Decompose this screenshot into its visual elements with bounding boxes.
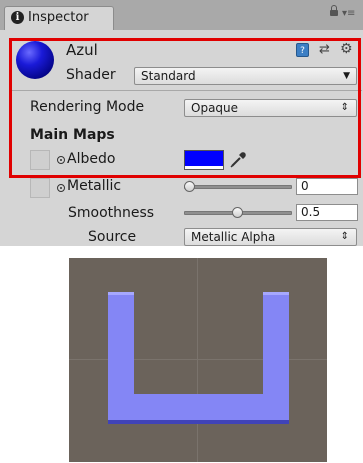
u-shape-left-arm-top bbox=[108, 292, 134, 295]
smoothness-value-field[interactable]: 0.5 bbox=[296, 204, 358, 221]
inspector-panel: i Inspector ▾≡ Azul Shader Standard ▼ ? … bbox=[0, 0, 363, 246]
inspector-tab[interactable]: i Inspector bbox=[4, 6, 114, 30]
smoothness-label: Smoothness bbox=[68, 205, 155, 221]
gear-icon[interactable]: ⚙ bbox=[340, 41, 353, 57]
u-shape-right-arm-top bbox=[263, 292, 289, 295]
metallic-slider-track[interactable] bbox=[184, 185, 292, 189]
source-value: Metallic Alpha bbox=[191, 230, 276, 244]
albedo-label: Albedo bbox=[67, 151, 116, 167]
panel-menu-icon[interactable]: ▾≡ bbox=[342, 9, 355, 19]
albedo-texture-slot[interactable] bbox=[30, 150, 50, 170]
info-icon: i bbox=[11, 11, 24, 24]
shader-label: Shader bbox=[66, 67, 116, 83]
metallic-label: Metallic bbox=[67, 178, 122, 194]
chevron-down-icon: ▼ bbox=[343, 71, 350, 81]
help-book-icon[interactable]: ? bbox=[296, 43, 309, 57]
inspector-tab-bar: i Inspector ▾≡ bbox=[0, 0, 363, 30]
metallic-object-picker-icon[interactable] bbox=[57, 184, 65, 192]
shader-dropdown-value: Standard bbox=[141, 69, 196, 83]
smoothness-slider-thumb[interactable] bbox=[231, 207, 243, 218]
u-shape-bottom-edge bbox=[108, 420, 289, 424]
metallic-slider-thumb[interactable] bbox=[184, 181, 195, 192]
material-preview-icon bbox=[16, 41, 54, 79]
metallic-value-field[interactable]: 0 bbox=[296, 178, 358, 195]
metallic-texture-slot[interactable] bbox=[30, 178, 50, 198]
source-dropdown[interactable]: Metallic Alpha ⇕ bbox=[184, 228, 357, 246]
inspector-tab-label: Inspector bbox=[28, 10, 89, 25]
main-maps-heading: Main Maps bbox=[30, 127, 115, 143]
albedo-color-swatch[interactable] bbox=[184, 150, 224, 170]
scene-preview bbox=[69, 258, 327, 462]
grid-line-vertical bbox=[197, 258, 198, 462]
rendering-mode-label: Rendering Mode bbox=[30, 99, 145, 115]
rendering-mode-value: Opaque bbox=[191, 101, 239, 115]
lock-icon[interactable] bbox=[330, 5, 338, 16]
material-name: Azul bbox=[66, 41, 98, 59]
albedo-object-picker-icon[interactable] bbox=[57, 156, 65, 164]
header-divider bbox=[12, 90, 362, 91]
u-shape-base bbox=[108, 394, 289, 420]
presets-icon[interactable]: ⇄ bbox=[319, 42, 330, 57]
up-down-arrows-icon: ⇕ bbox=[340, 102, 349, 113]
shader-dropdown[interactable]: Standard ▼ bbox=[134, 67, 357, 85]
up-down-arrows-icon: ⇕ bbox=[340, 231, 349, 242]
rendering-mode-dropdown[interactable]: Opaque ⇕ bbox=[184, 99, 357, 117]
source-label: Source bbox=[88, 229, 137, 245]
eyedropper-icon[interactable] bbox=[228, 150, 248, 170]
